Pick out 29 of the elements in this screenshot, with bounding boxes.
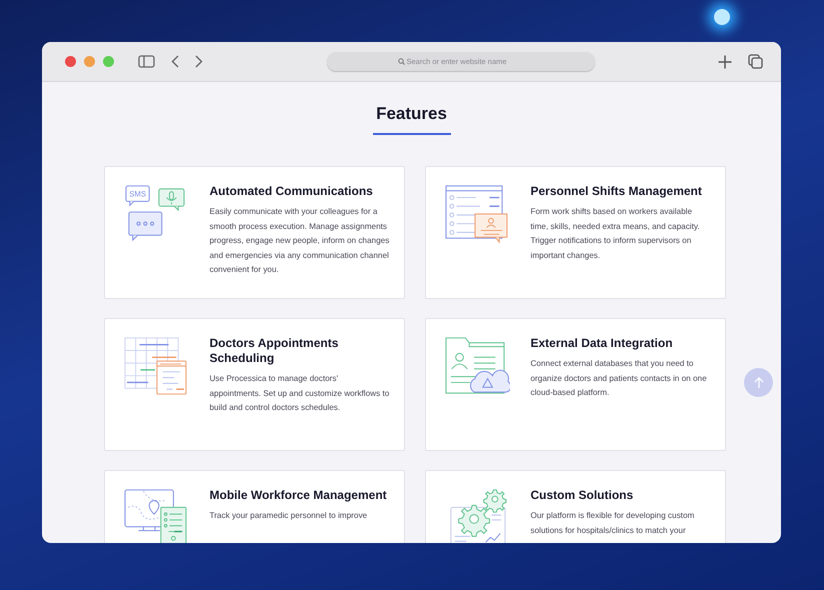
feature-description: Form work shifts based on workers available time, skills, needed extra means, and capacity. Trigger notifications to inform supervisors on important changes. — [530, 206, 701, 262]
feature-title: Custom Solutions — [530, 488, 634, 503]
feature-description: Easily communicate with your colleagues for a smooth process execution. Manage assignments progress, engage new people, inform on changes and emergencies via any communication channel convenient for you. — [210, 206, 390, 276]
feature-title: Doctors Appointments Scheduling — [210, 336, 340, 366]
feature-title: Personnel Shifts Management — [530, 184, 703, 199]
tabs-icon[interactable] — [748, 54, 763, 69]
arrow-up-icon — [754, 376, 764, 388]
feature-description: Our platform is flexible for developing custom solutions for hospitals/clinics to match your — [530, 510, 696, 537]
back-icon[interactable] — [171, 55, 179, 68]
new-tab-icon[interactable] — [718, 54, 732, 68]
forward-icon[interactable] — [195, 55, 203, 68]
light-glow — [714, 9, 730, 25]
feature-title: Automated Communications — [210, 184, 374, 199]
feature-title: Mobile Workforce Management — [210, 488, 388, 503]
search-icon — [398, 58, 404, 65]
chat-bubble-icon — [125, 185, 150, 206]
sms-label: SMS — [128, 190, 146, 199]
typing-bubble-icon — [128, 212, 162, 242]
microphone-bubble-icon — [158, 188, 184, 212]
feature-description: Track your paramedic personnel to improve — [210, 510, 368, 522]
calendar-icon — [122, 336, 188, 396]
sidebar-icon[interactable] — [138, 55, 155, 68]
schedule-list-icon — [444, 184, 510, 244]
feature-description: Connect external databases that you need to organize doctors and patients contacts in on one cloud-based platform. — [530, 358, 708, 400]
feature-title: External Data Integration — [530, 336, 674, 351]
close-button[interactable] — [65, 56, 76, 67]
feature-description: Use Processica to manage doctors' appointments. Set up and customize workflows to build and control doctors schedules. — [210, 373, 390, 414]
contact-cloud-icon — [444, 336, 510, 396]
section-heading: Features — [375, 104, 448, 124]
